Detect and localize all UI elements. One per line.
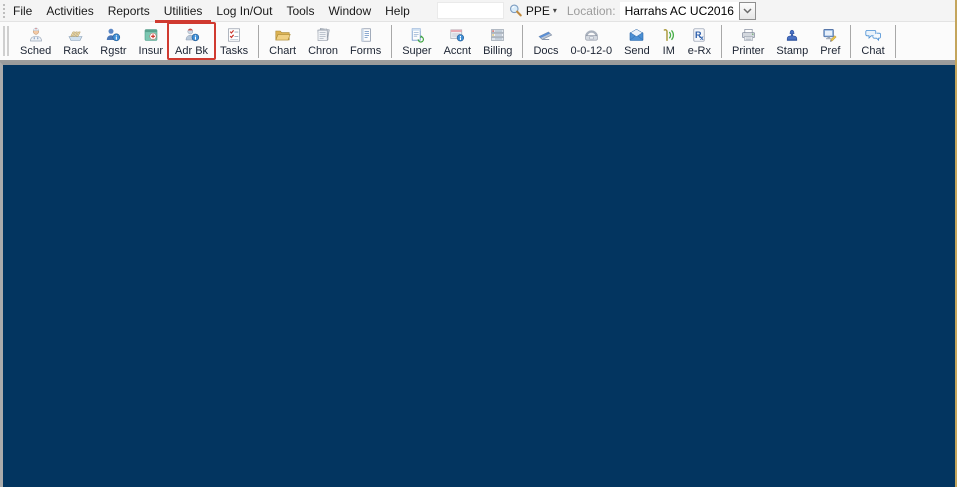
forms-icon xyxy=(358,27,374,44)
toolbar-button-send[interactable]: Send xyxy=(619,24,655,59)
preferences-icon xyxy=(822,27,838,44)
toolbar-button-printer[interactable]: Printer xyxy=(727,24,769,59)
toolbar-group-chat: Chat xyxy=(855,24,890,59)
toolbar-separator xyxy=(721,24,723,58)
magnifier-icon[interactable] xyxy=(508,3,523,18)
chron-icon xyxy=(315,27,332,44)
app-window: File Activities Reports Utilities Log In… xyxy=(0,0,957,487)
toolbar: Sched Rack Rgstr Insur Adr Bk Tasks Char… xyxy=(0,21,955,62)
toolbar-button-sched[interactable]: Sched xyxy=(15,24,56,59)
toolbar-separator xyxy=(258,24,260,58)
toolbar-button-docs[interactable]: Docs xyxy=(528,24,563,59)
phone-icon xyxy=(583,27,600,44)
toolbar-group-output: Printer Stamp Pref xyxy=(726,24,846,59)
toolbar-separator xyxy=(894,24,896,58)
menu-tools[interactable]: Tools xyxy=(279,1,321,21)
toolbar-button-erx[interactable]: R x e-Rx xyxy=(683,24,716,59)
search-input[interactable] xyxy=(436,2,504,19)
toolbar-separator xyxy=(522,24,524,58)
account-icon xyxy=(449,27,465,44)
chevron-down-icon xyxy=(743,7,752,14)
menu-window[interactable]: Window xyxy=(321,1,378,21)
menu-activities[interactable]: Activities xyxy=(39,1,100,21)
toolbar-button-insur[interactable]: Insur xyxy=(134,24,168,59)
toolbar-button-im[interactable]: IM xyxy=(657,24,681,59)
workspace-area xyxy=(0,62,955,487)
billing-icon xyxy=(489,27,506,44)
toolbar-group-billing: Super Accnt Billing xyxy=(396,24,518,59)
toolbar-group-communication: Docs 0-0-12-0 Send IM R x e-Rx xyxy=(527,24,717,59)
erx-icon: R x xyxy=(691,27,707,44)
address-book-icon xyxy=(184,27,200,44)
chat-icon xyxy=(864,27,882,44)
toolbar-button-chron[interactable]: Chron xyxy=(303,24,343,59)
location-value: Harrahs AC UC2016 xyxy=(619,1,739,20)
location-dropdown-button[interactable] xyxy=(738,1,756,20)
tasks-icon xyxy=(226,27,242,44)
toolbar-group-patient: Sched Rack Rgstr Insur Adr Bk Tasks xyxy=(14,21,254,60)
toolbar-button-adr-bk[interactable]: Adr Bk xyxy=(167,21,217,60)
chart-folder-icon xyxy=(274,27,291,44)
insurance-icon xyxy=(143,27,159,44)
menu-utilities[interactable]: Utilities xyxy=(154,1,212,23)
toolbar-button-forms[interactable]: Forms xyxy=(345,24,386,59)
location-combobox[interactable]: Harrahs AC UC2016 xyxy=(619,1,756,20)
svg-text:x: x xyxy=(700,35,704,42)
toolbar-button-billing[interactable]: Billing xyxy=(478,24,517,59)
printer-icon xyxy=(740,27,757,44)
menu-reports[interactable]: Reports xyxy=(101,1,157,21)
toolbar-button-phone[interactable]: 0-0-12-0 xyxy=(566,24,618,59)
menu-log-in-out[interactable]: Log In/Out xyxy=(209,1,279,21)
menu-help[interactable]: Help xyxy=(378,1,417,21)
toolbar-button-chart[interactable]: Chart xyxy=(264,24,301,59)
register-icon xyxy=(105,27,121,44)
toolbar-button-rgstr[interactable]: Rgstr xyxy=(95,24,131,59)
toolbar-button-super[interactable]: Super xyxy=(397,24,436,59)
schedule-icon xyxy=(28,27,44,44)
superbill-icon xyxy=(409,27,425,44)
im-icon xyxy=(662,27,676,44)
toolbar-button-rack[interactable]: Rack xyxy=(58,24,93,59)
toolbar-button-accnt[interactable]: Accnt xyxy=(439,24,477,59)
docs-scanner-icon xyxy=(537,27,554,44)
send-envelope-icon xyxy=(628,27,645,44)
toolbar-group-chart: Chart Chron Forms xyxy=(263,24,387,59)
toolbar-separator xyxy=(391,24,393,58)
toolbar-button-chat[interactable]: Chat xyxy=(856,24,889,59)
rack-icon xyxy=(67,27,84,44)
toolbar-button-pref[interactable]: Pref xyxy=(815,24,845,59)
toolbar-grip-handle[interactable] xyxy=(3,26,9,56)
toolbar-separator xyxy=(850,24,852,58)
stamp-icon xyxy=(784,27,800,44)
chevron-down-icon: ▾ xyxy=(552,6,557,15)
menu-file[interactable]: File xyxy=(6,1,39,21)
toolbar-button-stamp[interactable]: Stamp xyxy=(771,24,813,59)
location-label: Location: xyxy=(566,3,616,18)
search-scope-label: PPE xyxy=(525,3,550,18)
annotation-underline xyxy=(154,19,212,23)
menu-bar: File Activities Reports Utilities Log In… xyxy=(0,0,955,23)
menu-utilities-label: Utilities xyxy=(163,3,203,18)
search-scope-dropdown[interactable]: PPE ▾ xyxy=(526,4,557,18)
toolbar-button-tasks[interactable]: Tasks xyxy=(215,24,253,59)
